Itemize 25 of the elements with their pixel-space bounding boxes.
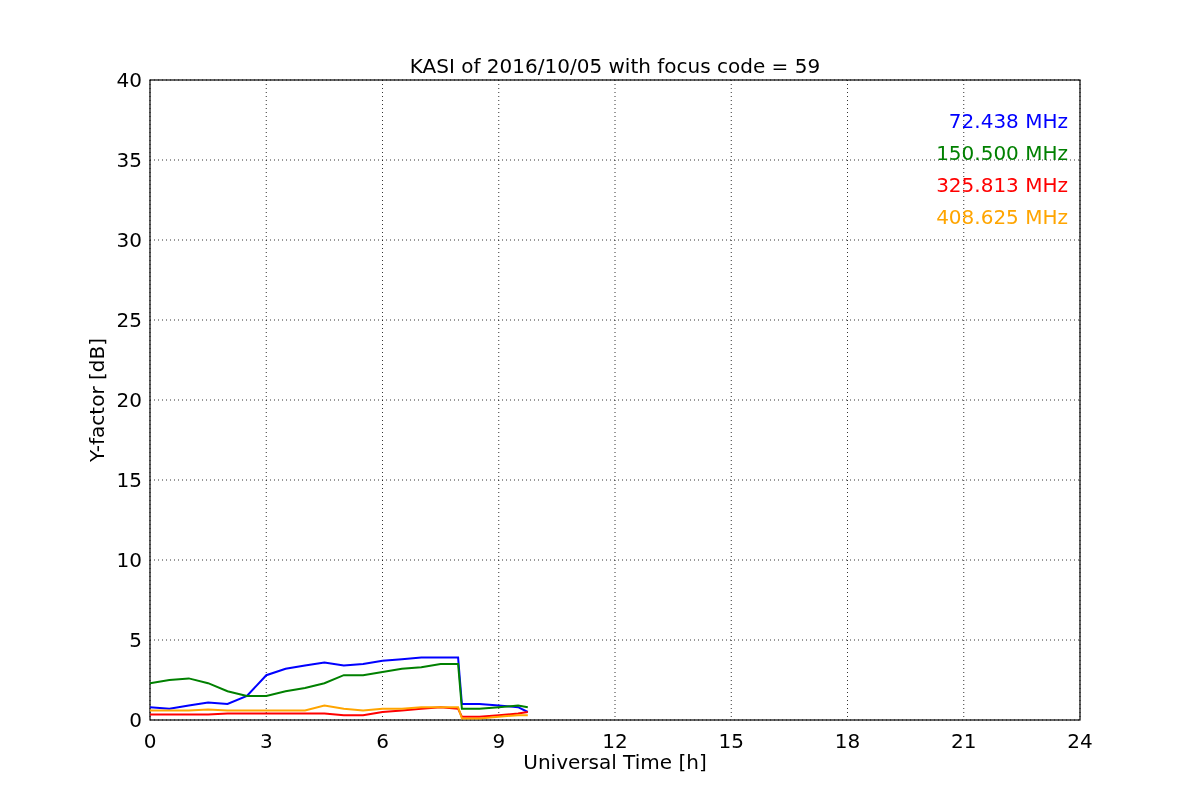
y-tick-label: 0 bbox=[129, 708, 142, 732]
y-axis-label: Y-factor [dB] bbox=[85, 338, 109, 462]
chart-title: KASI of 2016/10/05 with focus code = 59 bbox=[409, 54, 821, 78]
legend-label: 325.813 MHz bbox=[936, 173, 1068, 197]
x-tick-label: 0 bbox=[143, 729, 157, 753]
x-tick-label: 15 bbox=[718, 729, 744, 753]
y-tick-label: 35 bbox=[116, 148, 142, 172]
x-tick-label: 21 bbox=[951, 729, 977, 753]
x-tick-label: 18 bbox=[834, 729, 861, 753]
y-tick-label: 10 bbox=[116, 548, 142, 572]
x-tick-label: 9 bbox=[492, 729, 506, 753]
x-tick-label: 24 bbox=[1067, 729, 1093, 753]
y-tick-label: 30 bbox=[116, 228, 142, 252]
y-tick-label: 20 bbox=[116, 388, 142, 412]
legend-label: 408.625 MHz bbox=[936, 205, 1068, 229]
x-tick-label: 3 bbox=[259, 729, 273, 753]
x-axis-label: Universal Time [h] bbox=[523, 750, 707, 774]
x-tick-label: 6 bbox=[376, 729, 389, 753]
x-tick-label: 12 bbox=[602, 729, 628, 753]
y-tick-label: 15 bbox=[116, 468, 142, 492]
y-tick-label: 5 bbox=[129, 628, 142, 652]
y-tick-label: 40 bbox=[116, 68, 142, 92]
legend-label: 72.438 MHz bbox=[948, 109, 1068, 133]
legend-label: 150.500 MHz bbox=[936, 141, 1068, 165]
y-tick-label: 25 bbox=[116, 308, 142, 332]
